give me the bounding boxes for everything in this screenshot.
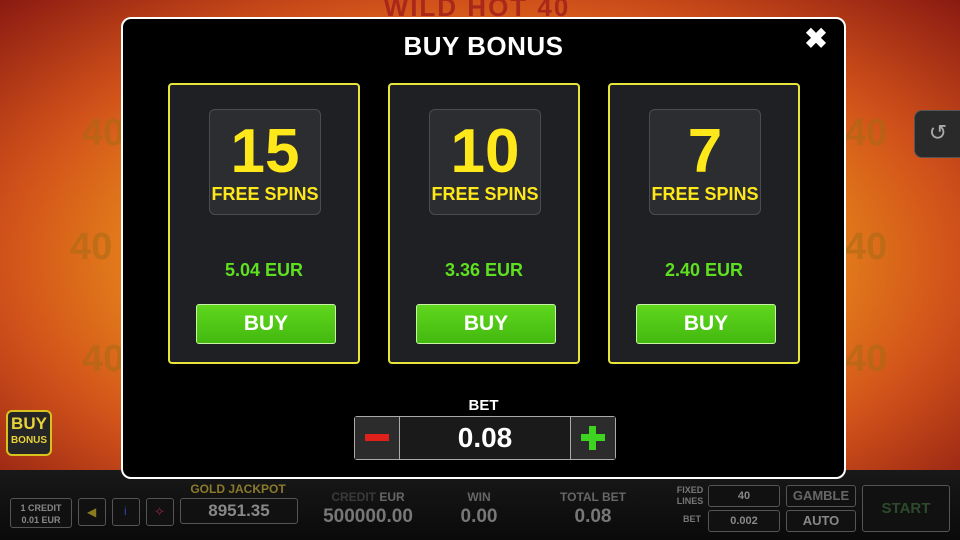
gamble-button[interactable]: GAMBLE: [786, 485, 856, 507]
modal-title: BUY BONUS: [403, 31, 564, 61]
reel-symbol: 40: [70, 226, 113, 268]
win-label: WIN: [467, 490, 491, 504]
buy-bonus-side-line2: BONUS: [10, 435, 48, 446]
buy-7-button[interactable]: BUY: [636, 304, 776, 344]
bonus-card-10: 10 FREE SPINS 3.36 EUR BUY: [388, 83, 580, 364]
start-button[interactable]: START: [862, 485, 950, 532]
close-x-icon: ✖: [804, 23, 828, 54]
line-bet-value[interactable]: 0.002: [708, 510, 780, 532]
info-button[interactable]: i: [112, 498, 140, 526]
fixed-lines-label: FIXED LINES: [670, 485, 710, 507]
credit-rate-button[interactable]: 1 CREDIT 0.01 EUR: [10, 498, 72, 528]
bet-increase-button[interactable]: [570, 417, 615, 459]
buy-15-button[interactable]: BUY: [196, 304, 336, 344]
credit-label-prefix: CREDIT: [331, 490, 376, 504]
bottom-control-bar: 1 CREDIT 0.01 EUR ◀ i ✧ GOLD JACKPOT 895…: [0, 470, 960, 540]
bonus-card-15: 15 FREE SPINS 5.04 EUR BUY: [168, 83, 360, 364]
spin-label: FREE SPINS: [211, 184, 319, 204]
credit-rate-line1: 1 CREDIT: [20, 503, 62, 513]
win-value: 0.00: [460, 506, 498, 527]
bonus-card-7: 7 FREE SPINS 2.40 EUR BUY: [608, 83, 800, 364]
bonus-price: 2.40 EUR: [664, 260, 744, 280]
settings-button[interactable]: ✧: [146, 498, 174, 526]
bonus-price: 5.04 EUR: [224, 260, 304, 280]
reel-symbol: 40: [845, 226, 888, 268]
spin-label: FREE SPINS: [651, 184, 759, 204]
jackpot-value: 8951.35: [180, 498, 298, 524]
bet-decrease-button[interactable]: [355, 417, 400, 459]
sound-button[interactable]: ◀: [78, 498, 106, 526]
game-logo: WILD HOT 40: [383, 0, 571, 18]
spin-count-box: 7 FREE SPINS: [649, 109, 761, 215]
reel-symbol: 40: [845, 112, 888, 154]
spin-count-box: 15 FREE SPINS: [209, 109, 321, 215]
bet-value: 0.08: [457, 422, 513, 453]
total-bet-value: 0.08: [574, 506, 612, 527]
bet-label: BET: [468, 397, 499, 414]
settings-icon: ✧: [154, 504, 165, 519]
close-button[interactable]: ✖: [802, 25, 830, 53]
credit-label: CREDIT EUR: [318, 490, 418, 504]
fixed-lines-label-line1: FIXED: [676, 485, 704, 495]
fixed-lines-value: 40: [708, 485, 780, 507]
bet-stepper: 0.08: [354, 416, 616, 460]
history-icon: ↺: [928, 120, 948, 145]
total-bet-label: TOTAL BET: [560, 490, 626, 504]
fixed-lines-label-line2: LINES: [676, 496, 704, 506]
reel-symbol: 40: [82, 338, 125, 380]
credit-value: 500000.00: [323, 506, 413, 527]
auto-button[interactable]: AUTO: [786, 510, 856, 532]
buy-bonus-modal: BUY BONUS ✖ 15 FREE SPINS 5.04 EUR BUY 1…: [121, 17, 846, 479]
spin-count: 15: [230, 117, 300, 186]
spin-label: FREE SPINS: [431, 184, 539, 204]
spin-count: 10: [450, 117, 520, 186]
reel-symbol: 40: [82, 112, 125, 154]
bonus-price: 3.36 EUR: [444, 260, 524, 280]
jackpot-label: GOLD JACKPOT: [190, 482, 286, 496]
reel-symbol: 40: [845, 338, 888, 380]
spin-count: 7: [687, 117, 723, 186]
buy-bonus-side-line1: BUY: [11, 414, 47, 433]
history-button[interactable]: ↺: [914, 110, 960, 158]
credit-rate-line2: 0.01 EUR: [21, 515, 61, 525]
speaker-icon: ◀: [87, 505, 97, 519]
buy-10-button[interactable]: BUY: [416, 304, 556, 344]
spin-count-box: 10 FREE SPINS: [429, 109, 541, 215]
line-bet-label: BET: [683, 514, 701, 524]
credit-label-unit: EUR: [379, 490, 405, 504]
info-icon: i: [124, 504, 127, 518]
buy-bonus-side-button[interactable]: BUY BONUS: [6, 410, 52, 456]
